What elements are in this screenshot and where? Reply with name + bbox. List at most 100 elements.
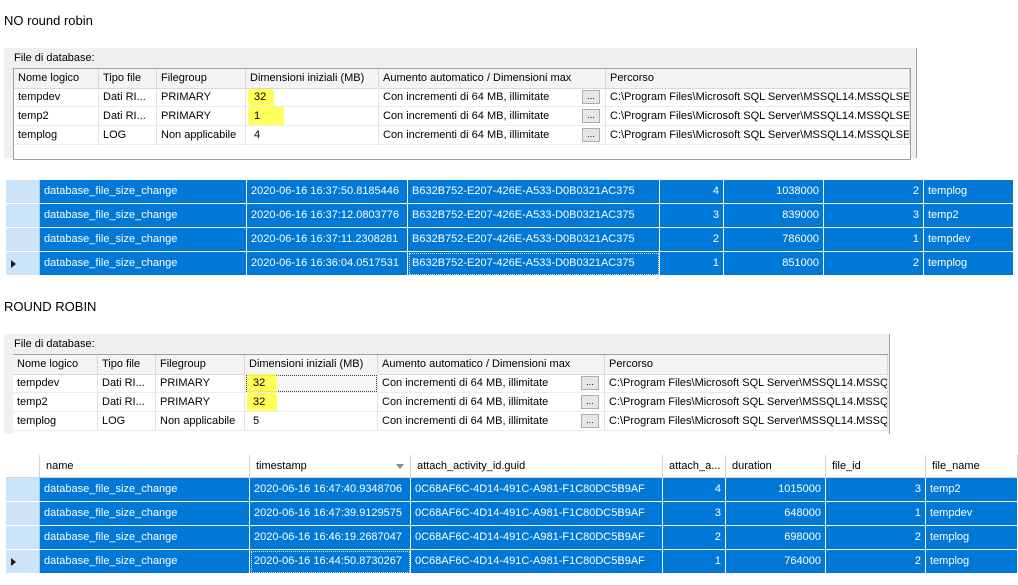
col-header-path[interactable]: Percorso [606, 69, 910, 88]
cell-guid[interactable]: B632B752-E207-426E-A533-D0B0321AC375 [408, 252, 660, 276]
col-header-initial-size[interactable]: Dimensioni iniziali (MB) [246, 69, 379, 88]
cell-guid[interactable]: 0C68AF6C-4D14-491C-A981-F1C80DC5B9AF [411, 550, 663, 574]
col-header-logical-name[interactable]: Nome logico [13, 355, 98, 374]
cell-file-id[interactable]: 2 [824, 252, 924, 276]
file-path[interactable]: C:\Program Files\Microsoft SQL Server\MS… [605, 393, 888, 412]
file-autogrowth[interactable]: Con incrementi di 64 MB, illimitate ... [378, 412, 605, 431]
table-row[interactable]: database_file_size_change 2020-06-16 16:… [6, 526, 1018, 550]
autogrowth-browse-button[interactable]: ... [581, 376, 599, 390]
cell-sequence[interactable]: 1 [663, 550, 726, 574]
file-row[interactable]: tempdev Dati RI... PRIMARY 32 Con increm… [14, 88, 910, 107]
row-selector[interactable] [6, 550, 40, 574]
col-header-guid[interactable]: attach_activity_id.guid [411, 455, 663, 477]
file-logical-name[interactable]: templog [13, 412, 98, 431]
cell-duration[interactable]: 839000 [724, 204, 824, 228]
col-header-file-name[interactable]: file_name [926, 455, 1018, 477]
cell-sequence[interactable]: 4 [663, 478, 726, 502]
file-row[interactable]: temp2 Dati RI... PRIMARY 1 Con increment… [14, 107, 910, 126]
cell-file-id[interactable]: 2 [824, 180, 924, 204]
cell-timestamp[interactable]: 2020-06-16 16:47:39.9129575 [250, 502, 411, 526]
cell-name[interactable]: database_file_size_change [40, 252, 247, 276]
file-autogrowth[interactable]: Con incrementi di 64 MB, illimitate ... [379, 107, 606, 126]
cell-guid[interactable]: 0C68AF6C-4D14-491C-A981-F1C80DC5B9AF [411, 502, 663, 526]
cell-timestamp[interactable]: 2020-06-16 16:37:12.0803776 [247, 204, 408, 228]
cell-duration[interactable]: 786000 [724, 228, 824, 252]
file-logical-name[interactable]: tempdev [13, 374, 98, 393]
autogrowth-browse-button[interactable]: ... [582, 109, 600, 123]
cell-file-name[interactable]: templog [926, 526, 1018, 550]
row-selector[interactable] [6, 228, 40, 252]
file-initial-size[interactable]: 32 [245, 393, 378, 412]
cell-file-name[interactable]: temp2 [926, 478, 1018, 502]
col-header-autogrowth[interactable]: Aumento automatico / Dimensioni max [378, 355, 605, 374]
row-selector[interactable] [6, 180, 40, 204]
file-autogrowth[interactable]: Con incrementi di 64 MB, illimitate ... [379, 126, 606, 145]
file-type[interactable]: Dati RI... [99, 88, 157, 107]
col-header-filegroup[interactable]: Filegroup [157, 69, 246, 88]
cell-guid[interactable]: 0C68AF6C-4D14-491C-A981-F1C80DC5B9AF [411, 526, 663, 550]
cell-file-name[interactable]: tempdev [926, 502, 1018, 526]
col-header-file-type[interactable]: Tipo file [98, 355, 156, 374]
file-type[interactable]: Dati RI... [98, 393, 156, 412]
col-header-duration[interactable]: duration [726, 455, 826, 477]
col-header-path[interactable]: Percorso [605, 355, 888, 374]
file-path[interactable]: C:\Program Files\Microsoft SQL Server\MS… [605, 374, 888, 393]
cell-timestamp[interactable]: 2020-06-16 16:37:50.8185446 [247, 180, 408, 204]
col-header-sequence[interactable]: attach_a... [663, 455, 726, 477]
cell-sequence[interactable]: 3 [660, 204, 724, 228]
col-header-filegroup[interactable]: Filegroup [156, 355, 245, 374]
file-type[interactable]: Dati RI... [98, 374, 156, 393]
cell-sequence[interactable]: 3 [663, 502, 726, 526]
cell-duration[interactable]: 1015000 [726, 478, 826, 502]
col-header-name[interactable]: name [40, 455, 250, 477]
table-row[interactable]: database_file_size_change 2020-06-16 16:… [6, 550, 1018, 574]
cell-file-id[interactable]: 3 [826, 478, 926, 502]
autogrowth-browse-button[interactable]: ... [581, 414, 599, 428]
cell-name[interactable]: database_file_size_change [40, 228, 247, 252]
file-type[interactable]: LOG [99, 126, 157, 145]
cell-duration[interactable]: 698000 [726, 526, 826, 550]
cell-guid[interactable]: B632B752-E207-426E-A533-D0B0321AC375 [408, 228, 660, 252]
cell-name[interactable]: database_file_size_change [40, 478, 250, 502]
table-row[interactable]: database_file_size_change 2020-06-16 16:… [6, 478, 1018, 502]
file-path[interactable]: C:\Program Files\Microsoft SQL Server\MS… [606, 88, 910, 107]
cell-duration[interactable]: 851000 [724, 252, 824, 276]
file-row[interactable]: templog LOG Non applicabile 5 Con increm… [13, 412, 888, 431]
cell-sequence[interactable]: 4 [660, 180, 724, 204]
file-autogrowth[interactable]: Con incrementi di 64 MB, illimitate ... [378, 393, 605, 412]
cell-timestamp[interactable]: 2020-06-16 16:47:40.9348706 [250, 478, 411, 502]
file-path[interactable]: C:\Program Files\Microsoft SQL Server\MS… [606, 126, 910, 145]
table-row[interactable]: database_file_size_change 2020-06-16 16:… [6, 180, 1018, 204]
file-autogrowth[interactable]: Con incrementi di 64 MB, illimitate ... [379, 88, 606, 107]
autogrowth-browse-button[interactable]: ... [581, 395, 599, 409]
cell-file-name[interactable]: templog [924, 180, 1014, 204]
cell-file-id[interactable]: 3 [824, 204, 924, 228]
file-filegroup[interactable]: PRIMARY [157, 88, 246, 107]
col-header-file-id[interactable]: file_id [826, 455, 926, 477]
file-type[interactable]: LOG [98, 412, 156, 431]
file-filegroup[interactable]: PRIMARY [156, 393, 245, 412]
file-type[interactable]: Dati RI... [99, 107, 157, 126]
table-row[interactable]: database_file_size_change 2020-06-16 16:… [6, 502, 1018, 526]
file-initial-size[interactable]: 1 [246, 107, 379, 126]
file-logical-name[interactable]: temp2 [13, 393, 98, 412]
file-logical-name[interactable]: temp2 [14, 107, 99, 126]
file-initial-size[interactable]: 32 [246, 88, 379, 107]
cell-name[interactable]: database_file_size_change [40, 526, 250, 550]
cell-sequence[interactable]: 1 [660, 252, 724, 276]
cell-timestamp[interactable]: 2020-06-16 16:46:19.2687047 [250, 526, 411, 550]
autogrowth-browse-button[interactable]: ... [582, 90, 600, 104]
col-header-initial-size[interactable]: Dimensioni iniziali (MB) [245, 355, 378, 374]
file-filegroup[interactable]: Non applicabile [156, 412, 245, 431]
file-row[interactable]: tempdev Dati RI... PRIMARY 32 Con increm… [13, 374, 888, 393]
file-path[interactable]: C:\Program Files\Microsoft SQL Server\MS… [605, 412, 888, 431]
cell-file-id[interactable]: 2 [826, 550, 926, 574]
file-autogrowth[interactable]: Con incrementi di 64 MB, illimitate ... [378, 374, 605, 393]
file-logical-name[interactable]: templog [14, 126, 99, 145]
cell-file-id[interactable]: 1 [824, 228, 924, 252]
file-initial-size[interactable]: 4 [246, 126, 379, 145]
cell-file-id[interactable]: 2 [826, 526, 926, 550]
table-row[interactable]: database_file_size_change 2020-06-16 16:… [6, 252, 1018, 276]
cell-file-name[interactable]: temp2 [924, 204, 1014, 228]
cell-file-name[interactable]: templog [926, 550, 1018, 574]
